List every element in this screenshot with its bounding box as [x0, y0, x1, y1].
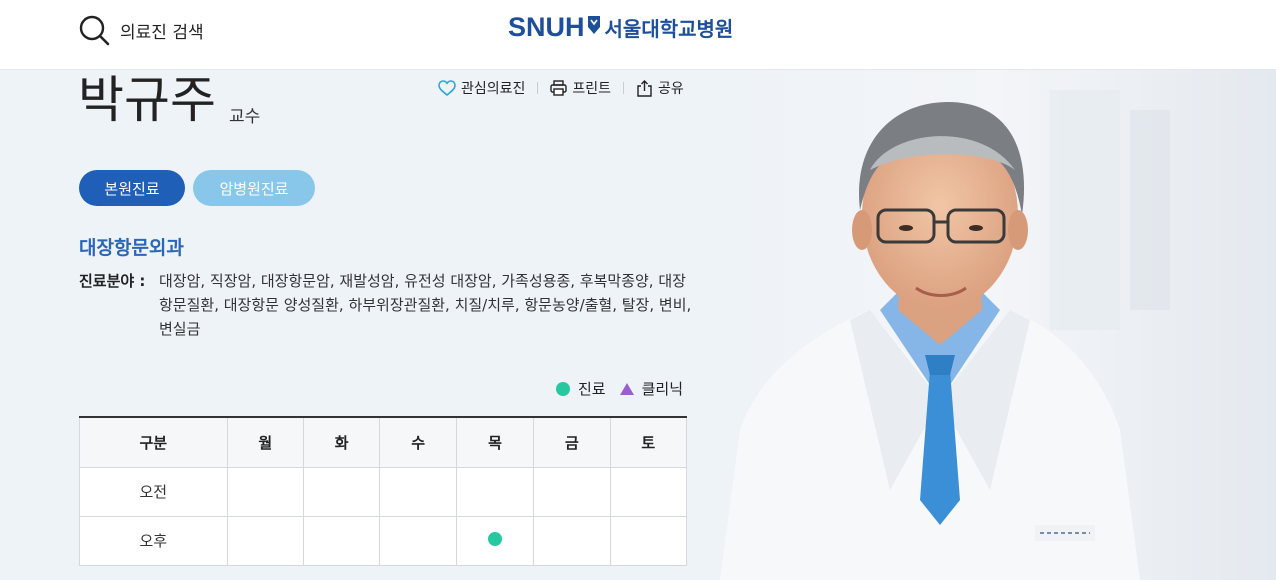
schedule-cell: [609, 516, 688, 566]
favorite-doctor-button[interactable]: 관심의료진: [438, 78, 525, 98]
share-label: 공유: [658, 81, 684, 97]
clinic-tabs: 본원진료 암병원진료: [79, 170, 315, 206]
clinic-dot-icon: [556, 381, 570, 396]
schedule-cell: [533, 516, 611, 566]
search-icon: [79, 15, 110, 46]
tab-main-hospital[interactable]: 본원진료: [79, 170, 185, 206]
logo-mark: SNUH: [508, 12, 585, 42]
schedule-cell: [533, 467, 611, 517]
special-clinic-triangle-icon: [619, 382, 634, 395]
share-icon: [637, 79, 652, 97]
schedule-cell: [302, 516, 380, 566]
doctor-name: 박규주: [78, 71, 216, 129]
schedule-period-label: 오전: [79, 467, 228, 517]
clinic-dot-icon: [487, 531, 502, 546]
hospital-logo[interactable]: SNUH 서울대학교병원: [508, 12, 733, 43]
department-name: 대장항문외과: [79, 237, 184, 259]
schedule-legend: 진료 클리닉: [556, 378, 683, 399]
search-label: 의료진 검색: [120, 22, 204, 43]
schedule-header-cell: 구분: [79, 416, 228, 468]
logo-name: 서울대학교병원: [604, 17, 734, 41]
schedule-cell: [379, 467, 457, 517]
schedule-cell: [455, 516, 534, 566]
schedule-header-row: 구분 월 화 수 목 금 토: [79, 416, 688, 468]
schedule-cell: [302, 467, 380, 517]
schedule-header-cell: 월: [226, 416, 304, 468]
specialty-text: 대장암, 직장암, 대장항문암, 재발성암, 유전성 대장암, 가족성용종, 후…: [159, 272, 692, 338]
schedule-header-cell: 화: [302, 416, 380, 468]
doctor-profile: 박규주 교수 관심의료진 프린트 공유 본원진료 암병원진료 대장항문외과 진료…: [0, 70, 1276, 580]
schedule-cell: [226, 516, 304, 566]
doctor-search-button[interactable]: 의료진 검색: [78, 14, 204, 46]
print-label: 프린트: [572, 81, 612, 97]
logo-emblem-icon: [587, 15, 600, 34]
schedule-cell: [226, 467, 304, 517]
schedule-cell: [455, 467, 534, 517]
schedule-header-cell: 수: [379, 416, 457, 468]
schedule-header-cell: 목: [455, 416, 534, 468]
divider: [537, 82, 539, 94]
schedule-row: 오전: [79, 467, 688, 517]
schedule-cell: [609, 467, 688, 517]
divider: [623, 82, 625, 94]
legend-clinic-label: 진료: [578, 380, 606, 398]
profile-actions: 관심의료진 프린트 공유: [438, 78, 684, 98]
doctor-title: 교수: [229, 107, 261, 127]
schedule-cell: [379, 516, 457, 566]
heart-icon: [438, 80, 456, 96]
printer-icon: [550, 80, 568, 96]
schedule-header-cell: 금: [533, 416, 611, 468]
site-header: 의료진 검색 SNUH 서울대학교병원: [0, 0, 1276, 70]
schedule-header-cell: 토: [609, 416, 688, 468]
favorite-label: 관심의료진: [461, 81, 526, 97]
legend-special-clinic-label: 클리닉: [641, 380, 684, 398]
schedule-row: 오후: [79, 516, 688, 566]
share-button[interactable]: 공유: [636, 78, 684, 98]
schedule-period-label: 오후: [79, 516, 228, 566]
doctor-photo: [720, 70, 1276, 580]
schedule-table: 구분 월 화 수 목 금 토 오전 오후: [79, 416, 688, 566]
tab-cancer-hospital[interactable]: 암병원진료: [193, 170, 315, 206]
specialty-label: 진료분야 :: [79, 272, 146, 290]
doctor-portrait-image: [720, 70, 1276, 580]
print-button[interactable]: 프린트: [550, 78, 611, 98]
